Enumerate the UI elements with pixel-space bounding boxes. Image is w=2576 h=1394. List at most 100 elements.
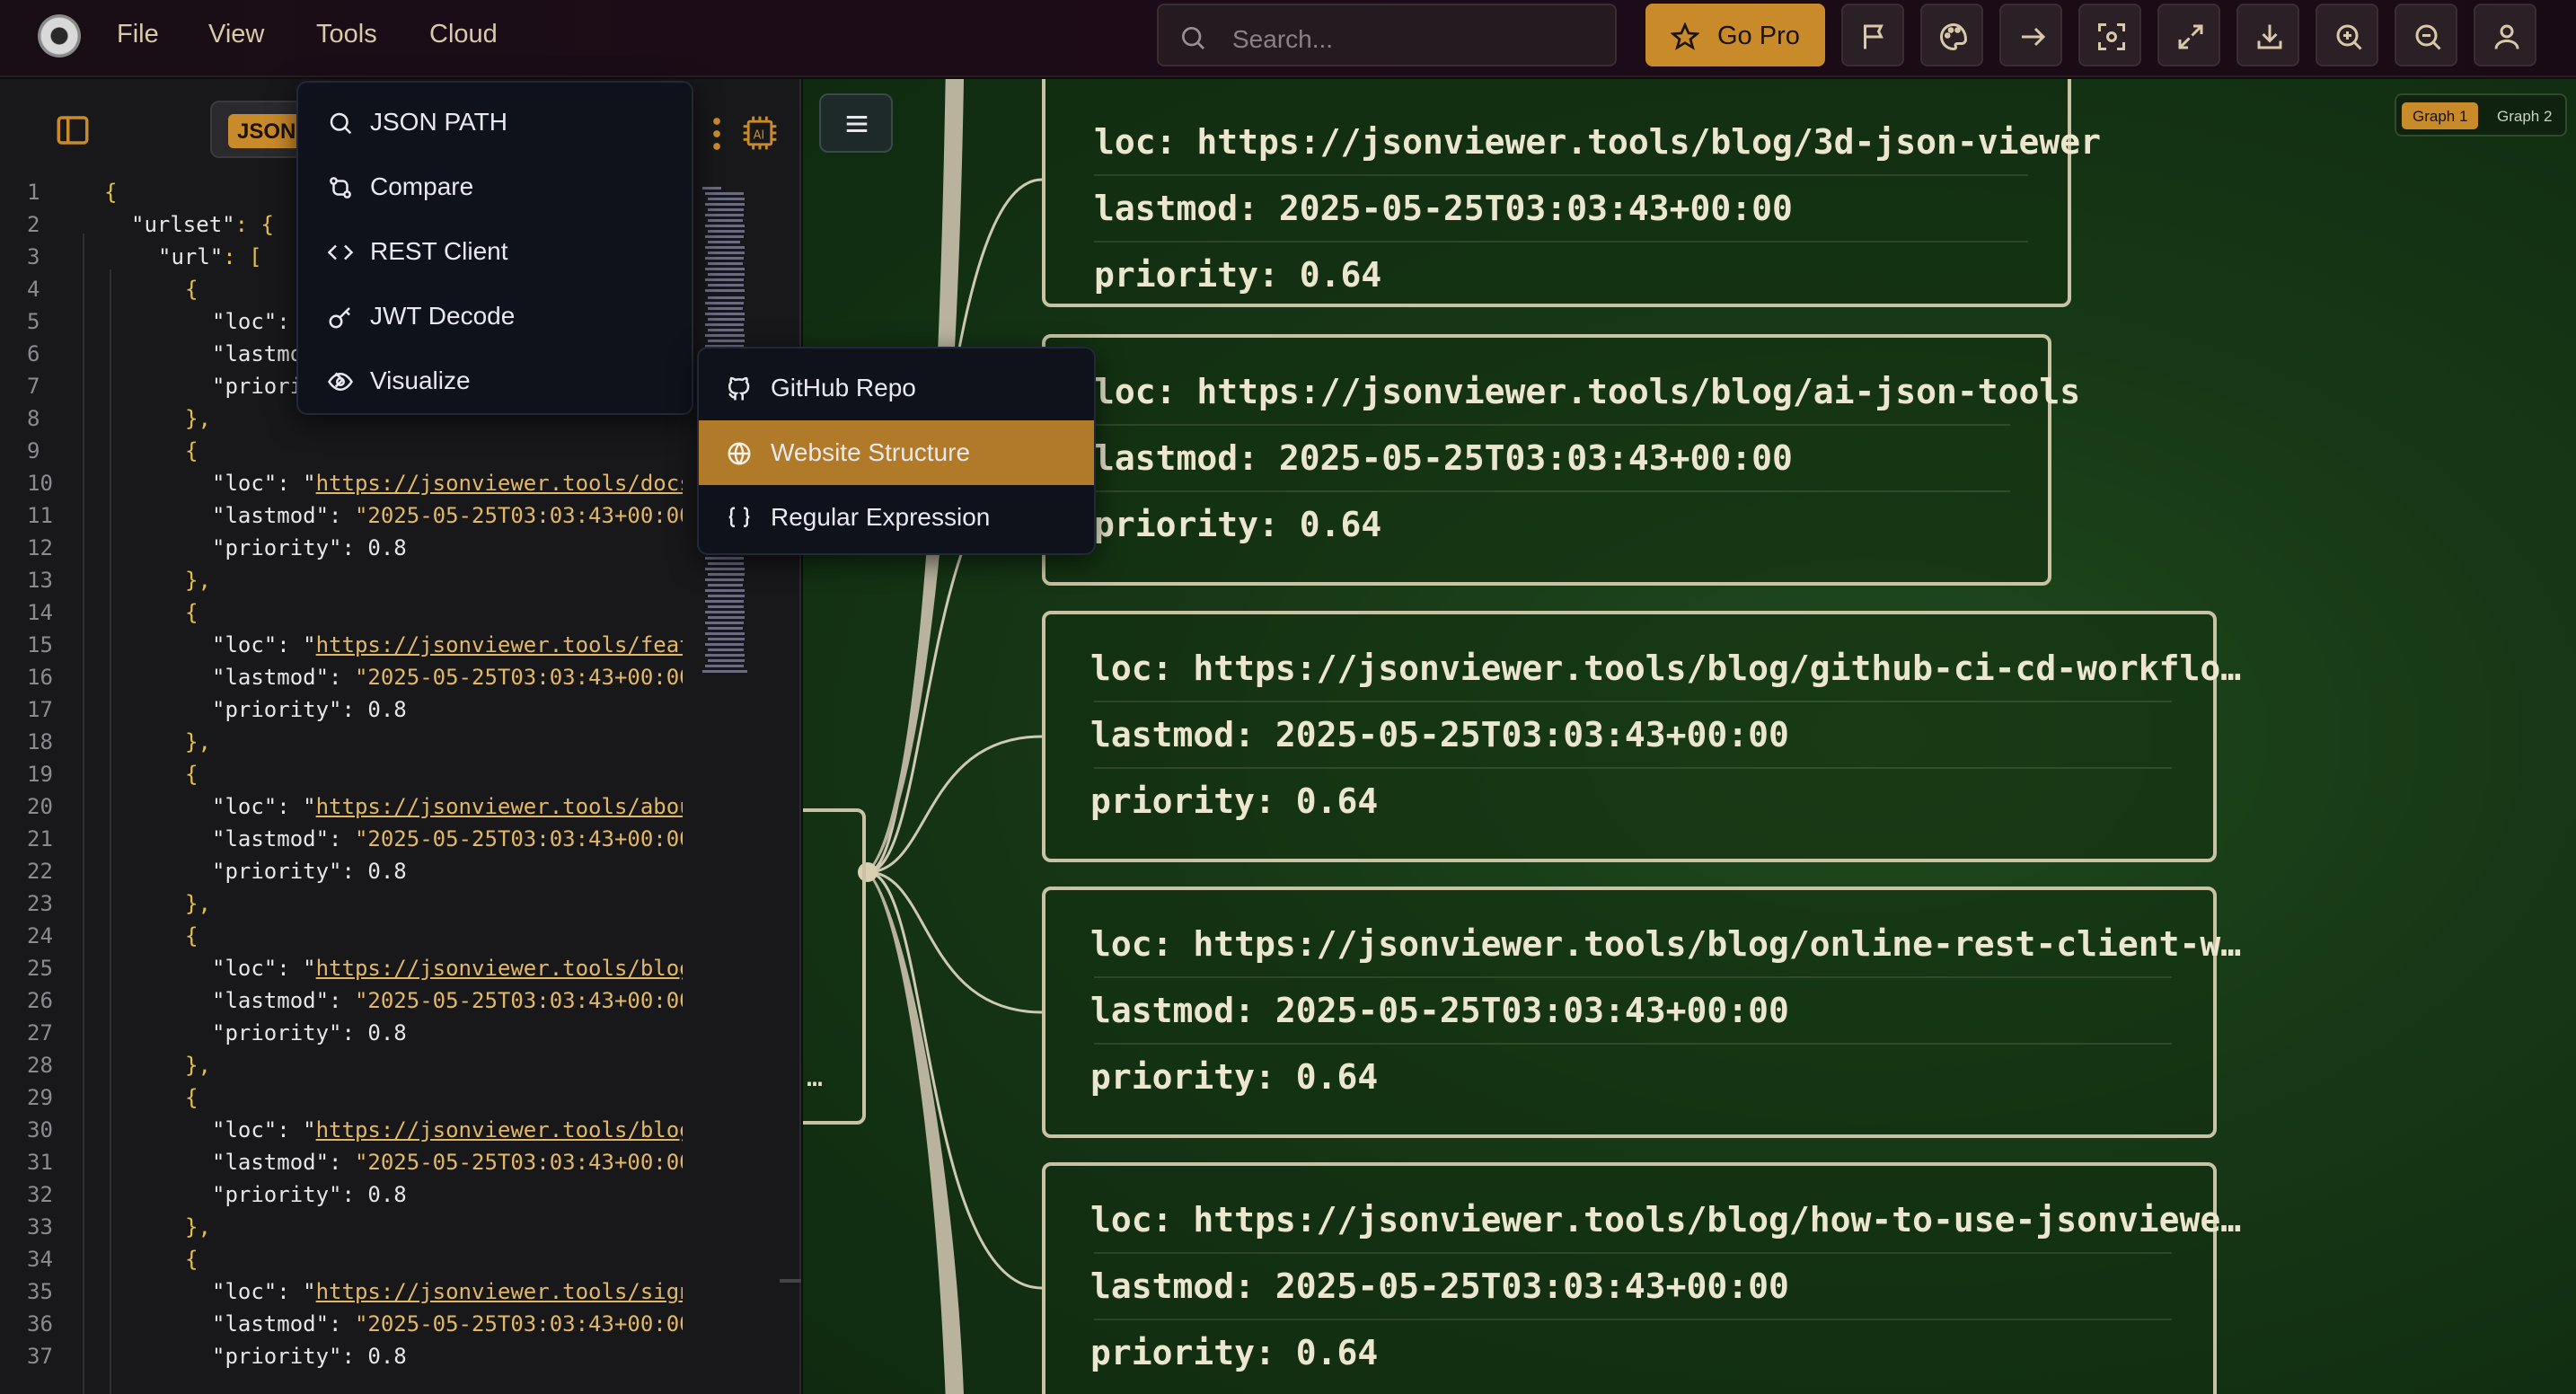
code-line[interactable]: 33}, xyxy=(0,1214,683,1247)
code-line[interactable]: 12 "priority": 0.8 xyxy=(0,535,683,568)
code-line[interactable]: 34 { xyxy=(0,1247,683,1279)
expand-icon xyxy=(2178,24,2203,49)
code-line[interactable]: 10 "loc": "https://jsonviewer.tools/docs xyxy=(0,471,683,503)
code-line[interactable]: 25 "loc": "https://jsonviewer.tools/blog xyxy=(0,956,683,988)
code-line[interactable]: 30 "loc": "https://jsonviewer.tools/blog xyxy=(0,1117,683,1150)
more-options-icon[interactable] xyxy=(711,115,722,153)
menu-item-rest-client[interactable]: REST Client xyxy=(298,219,692,284)
node-loc: loc: https://jsonviewer.tools/blog/3d-js… xyxy=(1094,122,2102,162)
graph-node[interactable]: loc: https://jsonviewer.tools/blog/onlin… xyxy=(1042,887,2241,1138)
graph-menu-button[interactable] xyxy=(819,93,893,153)
code-line[interactable]: 14 { xyxy=(0,600,683,632)
code-line[interactable]: 17 "priority": 0.8 xyxy=(0,697,683,729)
minimap-line xyxy=(705,313,745,315)
code-line[interactable]: 31 "lastmod": "2025-05-25T03:03:43+00:00 xyxy=(0,1150,683,1182)
code-line[interactable]: 18}, xyxy=(0,729,683,762)
line-number: 16 xyxy=(27,665,53,690)
code-line[interactable]: 26 "lastmod": "2025-05-25T03:03:43+00:00 xyxy=(0,988,683,1020)
goto-button[interactable] xyxy=(1999,4,2062,66)
minimap-line xyxy=(705,192,744,195)
code-text: "loc": "https://jsonviewer.tools/abou xyxy=(212,794,683,819)
code-text: "loc": "https://jsonviewer.tools/blog xyxy=(212,956,683,981)
graph-node[interactable]: loc: https://jsonviewer.tools/blog/how-t… xyxy=(1042,1162,2241,1394)
menu-file[interactable]: File xyxy=(117,20,159,49)
star-icon xyxy=(1671,22,1699,50)
code-line[interactable]: 21 "lastmod": "2025-05-25T03:03:43+00:00 xyxy=(0,826,683,859)
minimap-line xyxy=(705,268,745,270)
code-line[interactable]: 9{ xyxy=(0,438,683,471)
code-line[interactable]: 36 "lastmod": "2025-05-25T03:03:43+00:00 xyxy=(0,1311,683,1344)
search-placeholder: Search... xyxy=(1232,25,1334,53)
minimap-line xyxy=(708,198,745,200)
tab-graph-2[interactable]: Graph 2 xyxy=(2486,102,2563,129)
menu-item-label: JSON PATH xyxy=(370,108,507,136)
code-text: "lastmod": "2025-05-25T03:03:43+00:00 xyxy=(212,665,683,690)
app-logo[interactable] xyxy=(38,14,81,57)
code-line[interactable]: 24 { xyxy=(0,923,683,956)
code-token: 0.8 xyxy=(367,1020,407,1046)
code-token: "loc" xyxy=(212,471,278,496)
line-number: 20 xyxy=(27,794,53,819)
menu-item-visualize[interactable]: Visualize xyxy=(298,348,692,413)
code-line[interactable]: 23}, xyxy=(0,891,683,923)
menu-tools[interactable]: Tools xyxy=(316,20,377,49)
minimap-line xyxy=(708,284,744,287)
minimap-line xyxy=(708,648,744,651)
code-token: }, xyxy=(185,891,211,916)
minimap-line xyxy=(705,654,745,657)
graph-view[interactable]: Graph 1 Graph 2 … loc: https://jsonviewe… xyxy=(803,79,2576,1394)
code-line[interactable]: 13}, xyxy=(0,568,683,600)
minimap-line xyxy=(705,302,744,304)
node-loc: loc: https://jsonviewer.tools/blog/ai-js… xyxy=(1094,372,2081,411)
code-line[interactable]: 16 "lastmod": "2025-05-25T03:03:43+00:00 xyxy=(0,665,683,697)
fullscreen-button[interactable] xyxy=(2157,4,2220,66)
code-text: }, xyxy=(185,568,211,593)
search-box[interactable]: Search... xyxy=(1157,4,1617,66)
submenu-item-website-structure[interactable]: Website Structure xyxy=(699,420,1094,485)
go-pro-button[interactable]: Go Pro xyxy=(1645,4,1825,66)
code-line[interactable]: 32 "priority": 0.8 xyxy=(0,1182,683,1214)
theme-button[interactable] xyxy=(1920,4,1983,66)
zoom-out-button[interactable] xyxy=(2395,4,2457,66)
graph-node[interactable]: loc: https://jsonviewer.tools/blog/ai-js… xyxy=(1042,334,2080,586)
format-selector[interactable]: JSON xyxy=(210,101,309,158)
line-number: 5 xyxy=(27,309,40,334)
code-token: https://jsonviewer.tools/blog xyxy=(315,1117,683,1143)
menu-item-jwt-decode[interactable]: JWT Decode xyxy=(298,284,692,348)
menu-item-compare[interactable]: Compare xyxy=(298,154,692,219)
code-token: "priority" xyxy=(212,535,342,560)
code-line[interactable]: 29 { xyxy=(0,1085,683,1117)
code-token: 0.8 xyxy=(367,697,407,722)
tab-graph-1[interactable]: Graph 1 xyxy=(2402,102,2479,129)
zoom-in-button[interactable] xyxy=(2316,4,2378,66)
graph-node[interactable]: loc: https://jsonviewer.tools/blog/3d-js… xyxy=(1042,79,2101,307)
account-button[interactable] xyxy=(2474,4,2536,66)
menu-view[interactable]: View xyxy=(208,20,264,49)
download-button[interactable] xyxy=(2236,4,2299,66)
focus-button[interactable] xyxy=(2078,4,2141,66)
menu-cloud[interactable]: Cloud xyxy=(429,20,498,49)
code-line[interactable]: 15 "loc": "https://jsonviewer.tools/feat xyxy=(0,632,683,665)
code-text: "lastmod": "2025-05-25T03:03:43+00:00 xyxy=(212,1150,683,1175)
code-line[interactable]: 20 "loc": "https://jsonviewer.tools/abou xyxy=(0,794,683,826)
line-number: 11 xyxy=(27,503,53,528)
submenu-item-regular-expression[interactable]: Regular Expression xyxy=(699,485,1094,550)
code-line[interactable]: 37 "priority": 0.8 xyxy=(0,1344,683,1376)
graph-node[interactable]: loc: https://jsonviewer.tools/blog/githu… xyxy=(1042,611,2241,862)
code-token: "url" xyxy=(158,244,224,269)
code-line[interactable]: 22 "priority": 0.8 xyxy=(0,859,683,891)
menu-item-json-path[interactable]: JSON PATH xyxy=(298,90,692,154)
node-loc: loc: https://jsonviewer.tools/blog/githu… xyxy=(1090,648,2242,688)
scrollbar[interactable] xyxy=(780,1279,801,1283)
code-line[interactable]: 11 "lastmod": "2025-05-25T03:03:43+00:00 xyxy=(0,503,683,535)
code-line[interactable]: 19 { xyxy=(0,762,683,794)
code-line[interactable]: 35 "loc": "https://jsonviewer.tools/sign xyxy=(0,1279,683,1311)
palette-icon xyxy=(1940,22,1968,51)
ai-icon[interactable]: AI xyxy=(740,113,780,153)
parent-node[interactable]: … xyxy=(803,808,866,1125)
submenu-item-github-repo[interactable]: GitHub Repo xyxy=(699,356,1094,420)
flag-button[interactable] xyxy=(1841,4,1904,66)
sidebar-toggle-icon[interactable] xyxy=(54,111,92,149)
code-line[interactable]: 27 "priority": 0.8 xyxy=(0,1020,683,1053)
code-line[interactable]: 28}, xyxy=(0,1053,683,1085)
